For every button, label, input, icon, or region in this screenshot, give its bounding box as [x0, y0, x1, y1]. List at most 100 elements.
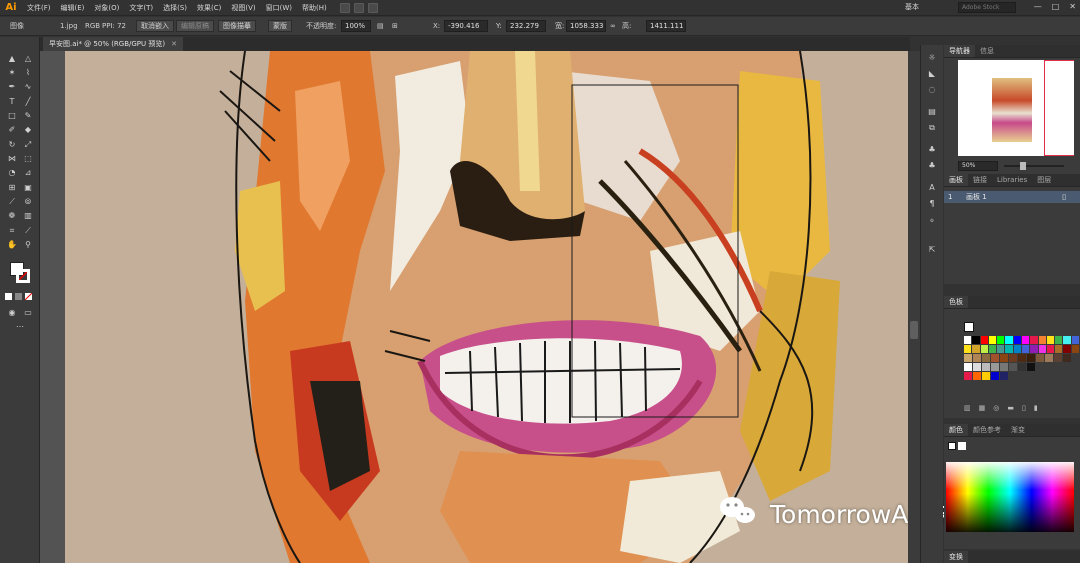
menu-object[interactable]: 对象(O) [89, 3, 124, 13]
artboard-row[interactable]: 1 画板 1 ▯ [944, 191, 1080, 203]
screen-mode-icon[interactable]: ▭ [22, 307, 34, 318]
close-icon[interactable]: ✕ [1069, 2, 1076, 11]
swatch[interactable] [997, 345, 1005, 353]
swatch[interactable] [982, 354, 990, 362]
eyedropper-icon[interactable]: ⟋ [6, 196, 18, 207]
swatch[interactable] [964, 372, 972, 380]
swatch[interactable] [1021, 345, 1030, 353]
new-color-group-icon[interactable]: ▬ [1007, 404, 1014, 412]
swatch[interactable] [988, 345, 997, 353]
opacity-field[interactable]: 100% [341, 20, 371, 32]
none-mode-icon[interactable] [25, 293, 32, 300]
direct-selection-tool-icon[interactable]: △ [22, 53, 34, 64]
swatch[interactable] [982, 372, 990, 380]
tab-info[interactable]: 信息 [975, 45, 999, 57]
tab-color-guide[interactable]: 颜色参考 [968, 424, 1006, 436]
artboard-tool-icon[interactable]: ⌗ [6, 225, 18, 236]
swatch[interactable] [1009, 354, 1017, 362]
stroke-swatch[interactable] [16, 269, 30, 283]
gpu-performance-icon[interactable] [367, 2, 378, 13]
width-tool-icon[interactable]: ⋈ [6, 153, 18, 164]
workspace-switcher[interactable]: 基本 [905, 2, 919, 12]
swatch[interactable] [1071, 345, 1079, 353]
swatch[interactable] [964, 363, 972, 371]
tab-libraries[interactable]: Libraries [992, 174, 1032, 186]
search-input[interactable]: Adobe Stock [958, 2, 1016, 13]
color-spectrum[interactable] [946, 462, 1074, 532]
shaper-tool-icon[interactable]: ✐ [6, 124, 18, 135]
swatch[interactable] [1030, 336, 1038, 344]
free-transform-icon[interactable]: ⬚ [22, 153, 34, 164]
swatch[interactable] [1005, 336, 1013, 344]
swatch-library-icon[interactable]: ▥ [964, 404, 971, 412]
swatch[interactable] [1038, 345, 1046, 353]
color-wheel-icon[interactable]: ◌ [926, 85, 938, 95]
type-tool-icon[interactable]: T [6, 96, 18, 107]
maximize-icon[interactable]: □ [1052, 2, 1060, 11]
zoom-slider-knob[interactable] [1020, 162, 1026, 170]
swatch[interactable] [988, 336, 997, 344]
swatch[interactable] [1013, 336, 1021, 344]
swatch[interactable] [1063, 345, 1071, 353]
align-icon[interactable]: ▤ [377, 20, 384, 32]
swatch[interactable] [964, 354, 972, 362]
vertical-scrollbar[interactable] [908, 51, 920, 563]
gradient-mode-icon[interactable] [15, 293, 22, 300]
swatch[interactable] [997, 336, 1005, 344]
x-field[interactable]: -390.416 [444, 20, 488, 32]
menu-help[interactable]: 帮助(H) [297, 3, 332, 13]
swatch[interactable] [973, 354, 981, 362]
perspective-grid-icon[interactable]: ⊿ [22, 167, 34, 178]
document-tab[interactable]: 早安图.ai* @ 50% (RGB/GPU 预览) ✕ [43, 37, 183, 51]
pathfinder-icon[interactable]: ⧉ [926, 123, 938, 133]
shape-builder-icon[interactable]: ◔ [6, 167, 18, 178]
color-fill-icon[interactable] [948, 442, 956, 450]
swatch[interactable] [1036, 354, 1044, 362]
tab-links[interactable]: 链接 [968, 174, 992, 186]
hand-tool-icon[interactable]: ✋ [6, 239, 18, 250]
tab-artboards[interactable]: 画板 [944, 174, 968, 186]
swatch[interactable] [1021, 336, 1030, 344]
menu-edit[interactable]: 编辑(E) [56, 3, 90, 13]
slice-tool-icon[interactable]: ⟋ [22, 225, 34, 236]
swatch[interactable] [991, 363, 999, 371]
swatch[interactable] [973, 372, 981, 380]
magic-wand-icon[interactable]: ✶ [6, 67, 18, 78]
tab-transform[interactable]: 变换 [944, 551, 968, 563]
swatch[interactable] [973, 363, 981, 371]
h-field[interactable]: 1411.111 [646, 20, 686, 32]
swatch-fill-icon[interactable] [964, 322, 974, 332]
menu-type[interactable]: 文字(T) [124, 3, 158, 13]
swatch[interactable] [1046, 345, 1055, 353]
w-field[interactable]: 1058.333 [566, 20, 606, 32]
swatch[interactable] [991, 372, 999, 380]
tab-color[interactable]: 颜色 [944, 424, 968, 436]
draw-mode-icon[interactable]: ◉ [6, 307, 18, 318]
swatch[interactable] [1013, 345, 1021, 353]
gradient-tool-icon[interactable]: ▣ [22, 182, 34, 193]
swatch[interactable] [980, 345, 988, 353]
zoom-slider[interactable] [1004, 162, 1064, 170]
tab-layers[interactable]: 图层 [1032, 174, 1056, 186]
scale-tool-icon[interactable]: ⤢ [22, 139, 34, 150]
paintbrush-icon[interactable]: ✎ [22, 110, 34, 121]
swatch[interactable] [1005, 345, 1013, 353]
delete-swatch-icon[interactable]: ▮ [1034, 404, 1038, 412]
swatch[interactable] [1038, 336, 1046, 344]
unembed-button[interactable]: 取消嵌入 [136, 20, 174, 32]
swatch[interactable] [964, 345, 972, 353]
zoom-field[interactable]: 50% [958, 161, 998, 171]
color-mode-icon[interactable] [5, 293, 12, 300]
edit-original-button[interactable]: 编辑原稿 [176, 20, 214, 32]
swatch[interactable] [1000, 363, 1008, 371]
selection-tool-icon[interactable]: ▲ [6, 53, 18, 64]
tab-swatches[interactable]: 色板 [944, 296, 968, 308]
y-field[interactable]: 232.279 [506, 20, 546, 32]
swatch[interactable] [1018, 363, 1026, 371]
curvature-tool-icon[interactable]: ∿ [22, 81, 34, 92]
swatch[interactable] [1055, 336, 1063, 344]
character-icon[interactable]: A [926, 183, 938, 193]
swatch[interactable] [1054, 354, 1062, 362]
swatch[interactable] [1018, 354, 1026, 362]
menu-file[interactable]: 文件(F) [22, 3, 56, 13]
